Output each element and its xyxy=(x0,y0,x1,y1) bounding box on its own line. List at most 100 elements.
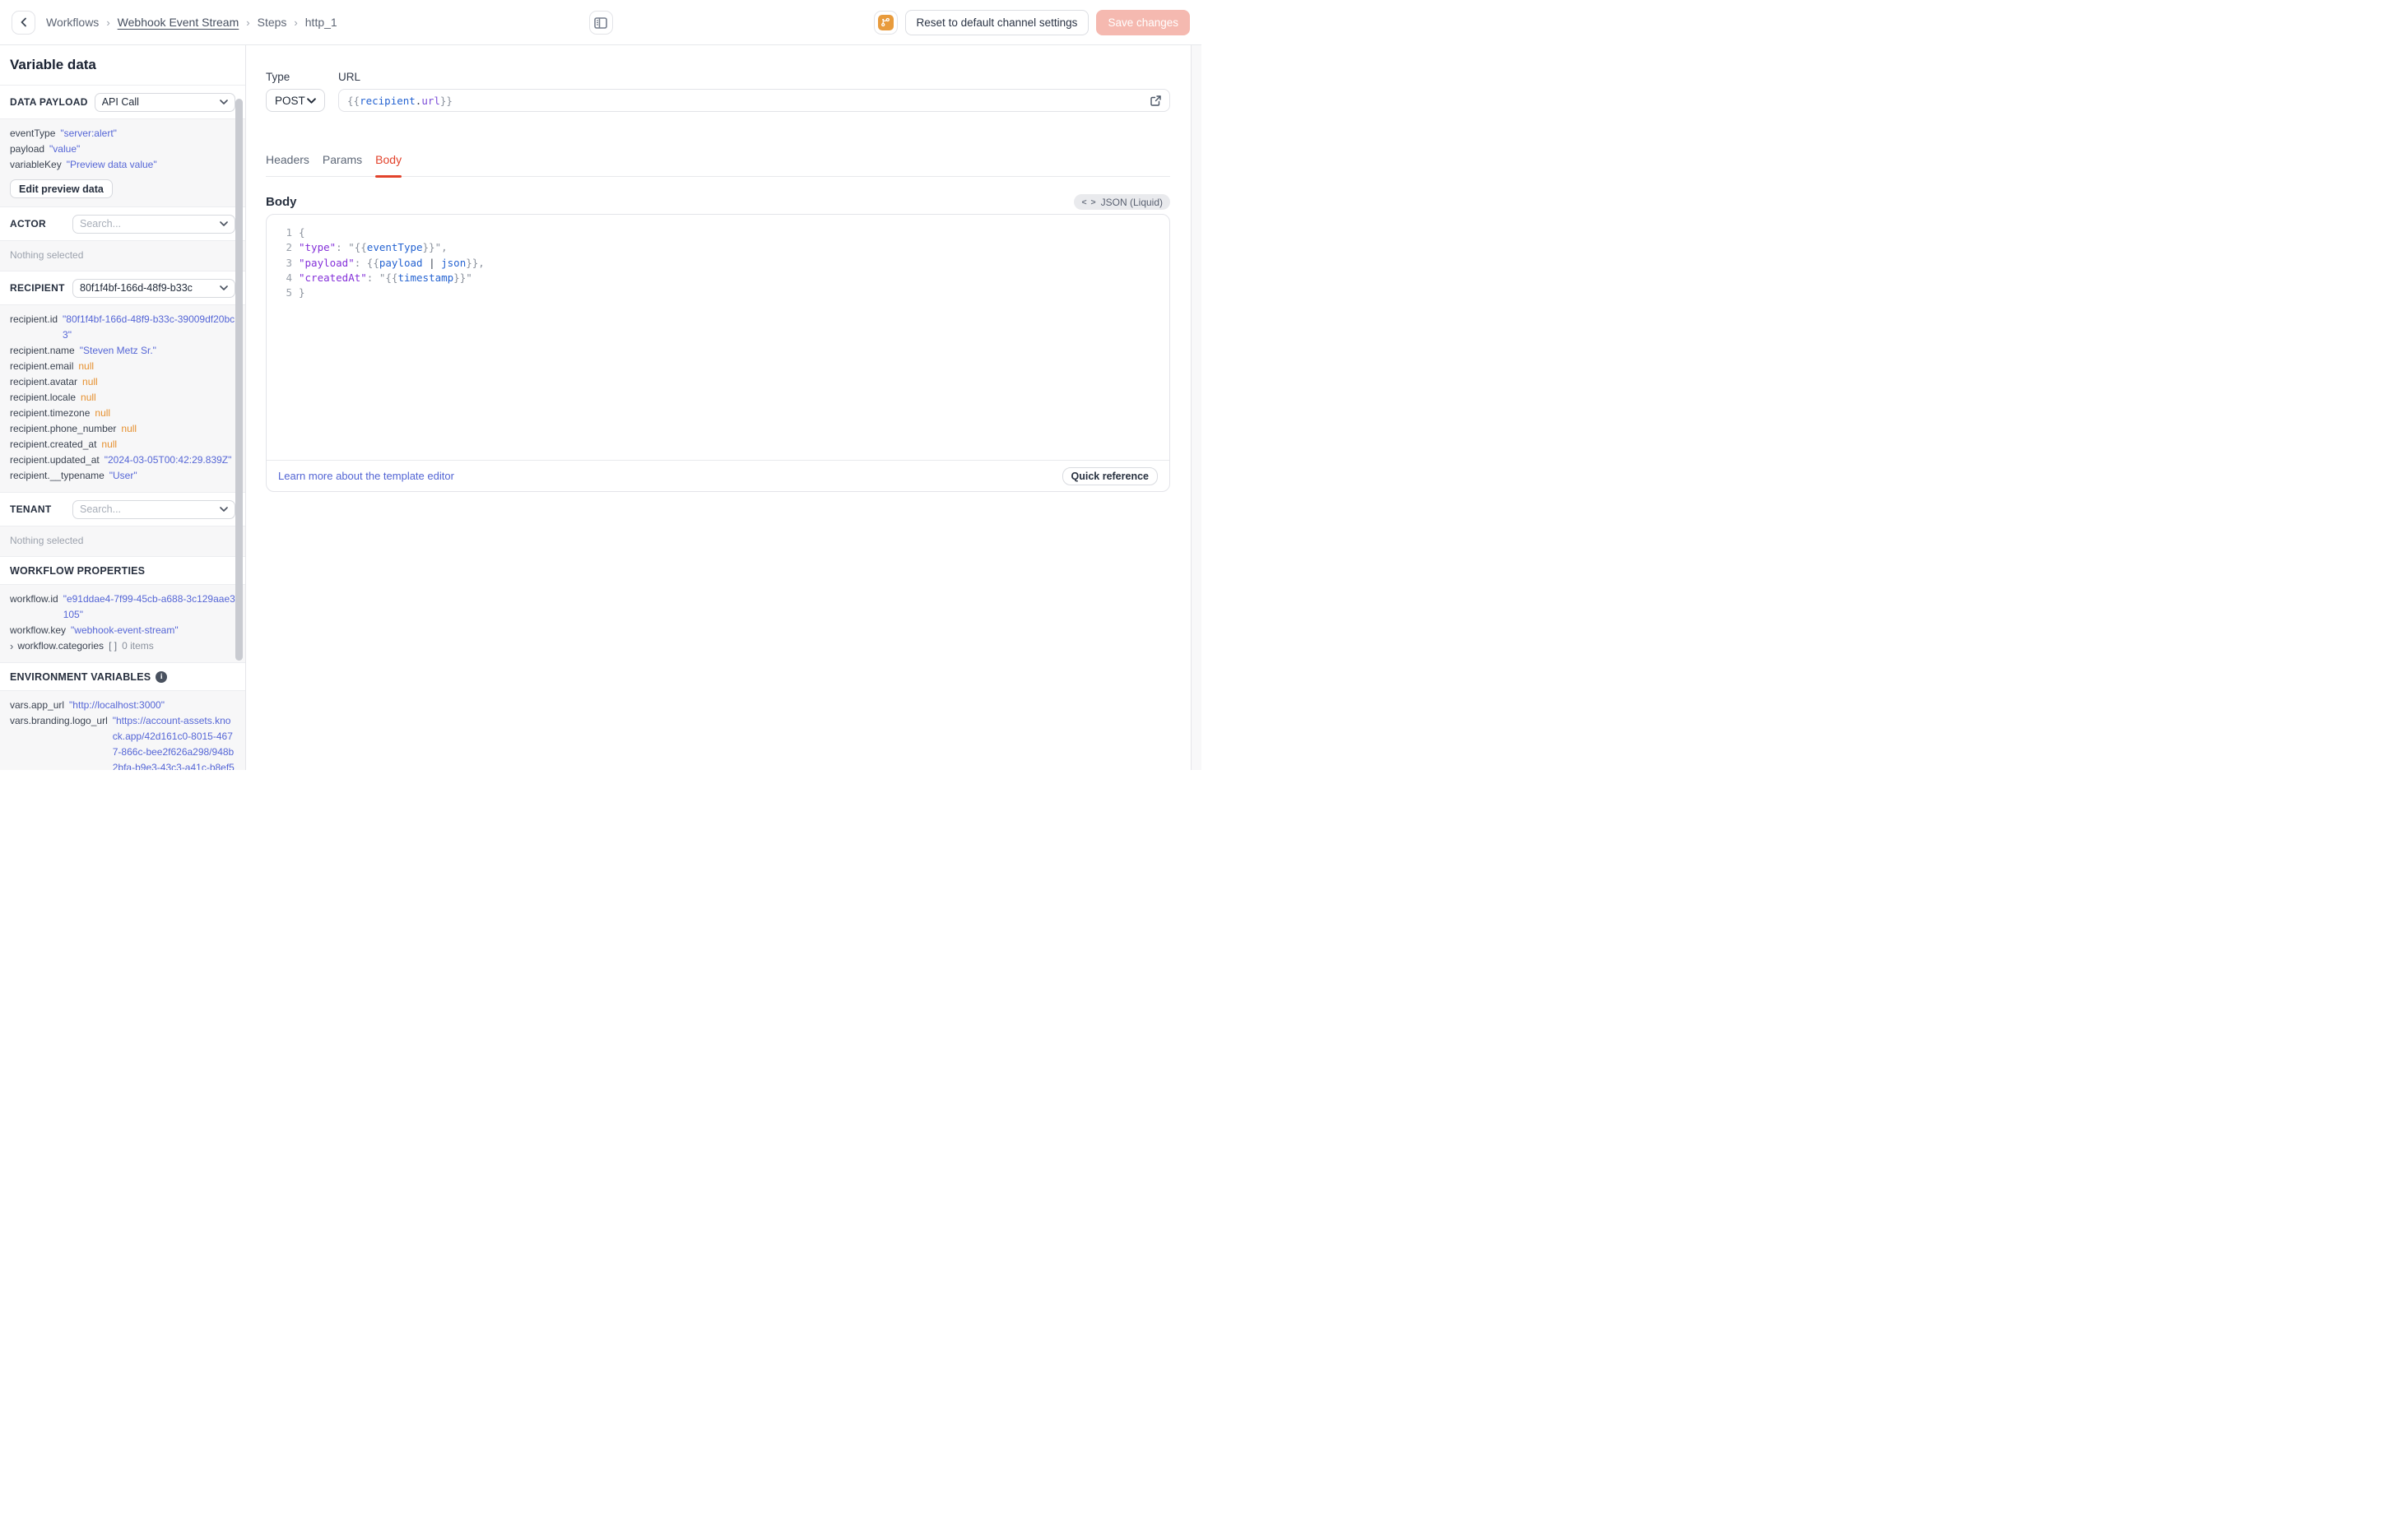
property-row: variableKey "Preview data value" xyxy=(10,157,235,173)
line-content: } xyxy=(299,285,305,300)
url-group: URL {{recipient.url}} xyxy=(338,71,1170,112)
environment-variables-header: ENVIRONMENT VARIABLES i xyxy=(0,663,245,691)
code-token: } xyxy=(299,286,305,299)
code-line: 2 "type": "{{eventType}}", xyxy=(275,240,1161,255)
actor-select[interactable]: Search... xyxy=(72,214,235,234)
property-value: "server:alert" xyxy=(60,128,117,139)
edit-preview-data-button[interactable]: Edit preview data xyxy=(10,179,113,198)
property-value: null xyxy=(121,423,137,434)
recipient-row: RECIPIENT 80f1f4bf-166d-48f9-b33c xyxy=(0,271,245,305)
open-external-button[interactable] xyxy=(1150,95,1162,109)
code-line: 5} xyxy=(275,285,1161,300)
url-input[interactable]: {{recipient.url}} xyxy=(338,89,1170,112)
method-select[interactable]: POST xyxy=(266,89,325,112)
recipient-select[interactable]: 80f1f4bf-166d-48f9-b33c xyxy=(72,278,235,298)
property-row: recipient.created_at null xyxy=(10,437,235,452)
breadcrumb-item[interactable]: Webhook Event Stream xyxy=(118,16,239,29)
workflow-properties-header: WORKFLOW PROPERTIES xyxy=(0,557,245,585)
tenant-row: TENANT Search... xyxy=(0,493,245,526)
property-row: workflow.id "e91ddae4-7f99-45cb-a688-3c12… xyxy=(10,591,235,623)
code-token: "createdAt" xyxy=(299,271,367,284)
property-key: vars.branding.logo_url xyxy=(10,715,108,726)
quick-reference-button[interactable]: Quick reference xyxy=(1062,466,1158,485)
editor-footer: Learn more about the template editor Qui… xyxy=(267,460,1169,491)
property-key: recipient.name xyxy=(10,345,75,356)
sidebar-title: Variable data xyxy=(0,45,245,86)
code-token: : xyxy=(366,271,379,284)
code-token: timestamp xyxy=(397,271,454,284)
recipient-properties-list: recipient.id "80f1f4bf-166d-48f9-b33c-390… xyxy=(10,312,235,484)
line-number: 3 xyxy=(286,256,292,269)
chevron-right-icon[interactable]: › xyxy=(10,638,13,654)
code-token: url xyxy=(421,94,440,107)
property-key: variableKey xyxy=(10,159,62,170)
chevron-down-icon xyxy=(220,221,228,226)
recipient-label: RECIPIENT xyxy=(10,282,65,294)
language-badge[interactable]: < > JSON (Liquid) xyxy=(1074,194,1170,210)
property-count: 0 items xyxy=(122,640,154,652)
code-token: "payload" xyxy=(299,256,355,269)
breadcrumb: Workflows › Webhook Event Stream › Steps › htt… xyxy=(46,16,337,29)
data-payload-select[interactable]: API Call xyxy=(94,92,235,112)
tab-body[interactable]: Body xyxy=(375,153,402,178)
reset-channel-settings-button[interactable]: Reset to default channel settings xyxy=(904,9,1089,35)
commit-button[interactable] xyxy=(873,10,898,35)
commit-badge xyxy=(877,14,894,30)
line-content: { xyxy=(299,225,305,240)
actor-label: ACTOR xyxy=(10,218,46,230)
property-key: payload xyxy=(10,143,45,155)
variable-data-panel: Variable data DATA PAYLOAD API Call even… xyxy=(0,45,246,770)
code-editor[interactable]: 1{2 "type": "{{eventType}}", 3 "payload": {… xyxy=(267,215,1169,460)
tab-params[interactable]: Params xyxy=(323,153,362,176)
property-key: recipient.__typename xyxy=(10,470,105,481)
line-number: 2 xyxy=(286,241,292,254)
chevron-left-icon xyxy=(21,17,26,27)
external-link-icon xyxy=(1150,95,1161,106)
property-key: workflow.id xyxy=(10,593,58,605)
property-row: recipient.locale null xyxy=(10,390,235,406)
tenant-label: TENANT xyxy=(10,503,52,515)
property-value: "e91ddae4-7f99-45cb-a688-3c129aae3105" xyxy=(63,593,235,620)
property-row: vars.app_url "http://localhost:3000" xyxy=(10,698,235,713)
property-value: "2024-03-05T00:42:29.839Z" xyxy=(104,454,232,466)
property-row: workflow.key "webhook-event-stream" xyxy=(10,623,235,638)
recipient-properties-section: recipient.id "80f1f4bf-166d-48f9-b33c-390… xyxy=(0,305,245,493)
sidebar-scrollbar[interactable] xyxy=(235,99,243,661)
info-icon[interactable]: i xyxy=(156,670,168,683)
back-button[interactable] xyxy=(12,10,35,35)
property-row: › workflow.categories [ ] 0 items xyxy=(10,638,235,654)
request-config-row: Type POST URL {{recipient.url}} xyxy=(266,71,1170,112)
sidebar-toggle-button[interactable] xyxy=(588,11,613,35)
tenant-empty-section: Nothing selected xyxy=(0,526,245,557)
property-key: vars.app_url xyxy=(10,699,65,711)
property-key: recipient.updated_at xyxy=(10,454,100,466)
property-value: "User" xyxy=(109,470,137,481)
breadcrumb-separator: › xyxy=(294,16,298,29)
tenant-empty-text: Nothing selected xyxy=(10,535,84,546)
tenant-select[interactable]: Search... xyxy=(72,499,235,519)
property-key: workflow.key xyxy=(10,624,67,636)
breadcrumb-separator: › xyxy=(246,16,250,29)
right-scroll-gutter[interactable] xyxy=(1191,45,1201,770)
property-row: recipient.name "Steven Metz Sr." xyxy=(10,343,235,359)
data-payload-label: DATA PAYLOAD xyxy=(10,96,88,108)
property-value: null xyxy=(95,407,111,419)
code-line: 4 "createdAt": "{{timestamp}}" xyxy=(275,271,1161,285)
code-token: json xyxy=(441,256,467,269)
template-editor-link[interactable]: Learn more about the template editor xyxy=(278,470,454,482)
tab-headers[interactable]: Headers xyxy=(266,153,309,176)
property-value: "80f1f4bf-166d-48f9-b33c-39009df20bc3" xyxy=(63,313,235,341)
app-window: Workflows › Webhook Event Stream › Steps › htt… xyxy=(0,0,1201,770)
property-row: recipient.id "80f1f4bf-166d-48f9-b33c-390… xyxy=(10,312,235,343)
body-title: Body xyxy=(266,195,297,209)
line-number: 5 xyxy=(286,286,292,299)
actor-empty-text: Nothing selected xyxy=(10,249,84,261)
property-value: null xyxy=(81,392,96,403)
code-line: 3 "payload": {{payload | json}}, xyxy=(275,256,1161,271)
breadcrumb-item: Steps xyxy=(257,16,287,29)
code-token: | xyxy=(422,256,442,269)
property-row: recipient.phone_number null xyxy=(10,421,235,437)
save-changes-button[interactable]: Save changes xyxy=(1096,9,1190,35)
line-content: "createdAt": "{{timestamp}}" xyxy=(299,271,472,285)
code-token: "{{ xyxy=(379,271,398,284)
